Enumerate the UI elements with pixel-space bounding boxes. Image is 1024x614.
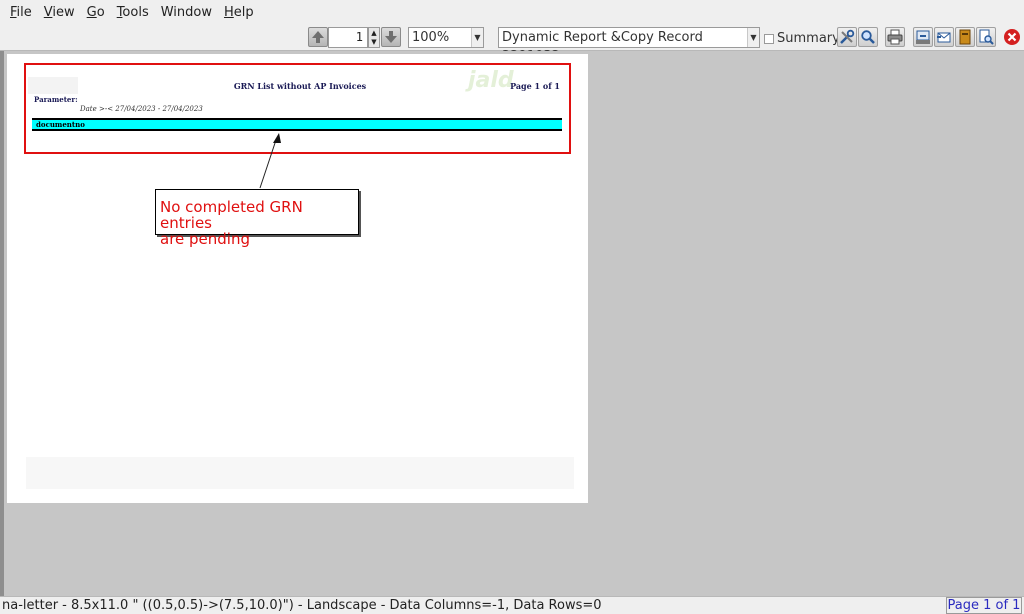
menu-file[interactable]: File <box>4 5 38 20</box>
menu-go[interactable]: Go <box>81 5 111 20</box>
send-mail-button[interactable] <box>934 27 954 47</box>
page-number-input[interactable]: 1 <box>328 27 368 48</box>
zoom-document-button[interactable] <box>976 27 996 47</box>
annotation-line-2: are pending <box>160 230 250 248</box>
chevron-down-icon[interactable]: ▼ <box>471 28 483 47</box>
menu-help[interactable]: Help <box>218 5 260 20</box>
highlight-box <box>24 63 571 154</box>
viewer-left-edge <box>0 51 4 596</box>
menu-window[interactable]: Window <box>155 5 218 20</box>
export-icon <box>916 30 930 44</box>
menu-bar: File View Go Tools Window Help <box>0 0 1024 25</box>
menu-view[interactable]: View <box>38 5 81 20</box>
spinner-down-icon[interactable]: ▼ <box>371 38 376 46</box>
zoom-select[interactable]: 100% ▼ <box>408 27 484 48</box>
customize-report-button[interactable] <box>837 27 857 47</box>
archive-icon <box>959 29 971 45</box>
status-page-indicator: Page 1 of 1 <box>946 597 1022 614</box>
report-type-select[interactable]: Dynamic Report &Copy Record 2291032 ▼ <box>498 27 760 64</box>
page-spinner[interactable]: ▲ ▼ <box>368 27 380 48</box>
annotation-line-1: No completed GRN entries <box>160 198 303 232</box>
zoom-value: 100% <box>412 30 450 45</box>
summary-checkbox[interactable]: Summary <box>764 31 840 46</box>
next-page-button[interactable] <box>381 27 401 47</box>
summary-label: Summary <box>777 31 840 46</box>
close-icon <box>1004 29 1020 45</box>
print-button[interactable] <box>885 27 905 47</box>
export-button[interactable] <box>913 27 933 47</box>
chevron-down-icon[interactable]: ▼ <box>747 28 759 47</box>
mail-icon <box>937 32 951 43</box>
find-button[interactable] <box>858 27 878 47</box>
toolbar: 1 ▲ ▼ 100% ▼ Dynamic Report &Copy Record… <box>0 25 1024 64</box>
spinner-up-icon[interactable]: ▲ <box>371 29 376 37</box>
checkbox-box[interactable] <box>764 33 774 44</box>
status-bar: na-letter - 8.5x11.0 " ((0.5,0.5)->(7.5,… <box>0 596 1024 614</box>
arrow-up-icon <box>312 31 324 43</box>
status-text: na-letter - 8.5x11.0 " ((0.5,0.5)->(7.5,… <box>2 598 602 613</box>
close-button[interactable] <box>1002 27 1022 47</box>
document-zoom-icon <box>979 29 994 45</box>
archive-button[interactable] <box>955 27 975 47</box>
magnifier-icon <box>861 30 875 44</box>
printer-icon <box>887 29 903 45</box>
tools-icon <box>840 29 855 44</box>
previous-page-button[interactable] <box>308 27 328 47</box>
menu-tools[interactable]: Tools <box>111 5 155 20</box>
report-footer <box>26 457 574 489</box>
arrow-down-icon <box>385 31 397 43</box>
annotation-callout: No completed GRN entries are pending <box>155 189 359 247</box>
